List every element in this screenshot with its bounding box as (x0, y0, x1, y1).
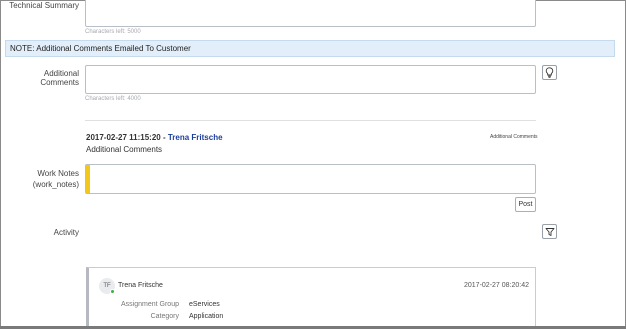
activity-label: Activity (53, 228, 79, 237)
work-notes-label-line2: (work_notes) (32, 180, 79, 189)
activity-field-key: Assignment Group (121, 301, 179, 308)
journal-entry-field-tag: Additional Comments (490, 134, 538, 140)
filter-icon (545, 227, 554, 236)
technical-summary-label: Technical Summary (9, 1, 79, 10)
post-button[interactable]: Post (515, 197, 536, 212)
work-notes-label: Work Notes (work_notes) (5, 168, 79, 190)
activity-card: TF Trena Fritsche 2017-02-27 08:20:42 As… (86, 267, 536, 329)
customer-email-note-bar: NOTE: Additional Comments Emailed To Cus… (5, 40, 615, 57)
activity-field-key: Category (150, 313, 179, 320)
work-notes-label-line1: Work Notes (37, 169, 79, 178)
activity-field-value: Application (189, 313, 224, 320)
journal-entry-header: 2017-02-27 11:15:20 - Trena Fritsche (86, 133, 223, 142)
additional-comments-textarea[interactable] (85, 65, 536, 94)
activity-filter-button[interactable] (542, 224, 557, 239)
suggestion-button[interactable] (542, 65, 557, 80)
lightbulb-icon (545, 67, 554, 78)
technical-summary-chars-left: Characters left: 5000 (85, 29, 141, 35)
mandatory-indicator (86, 165, 90, 193)
activity-user: Trena Fritsche (118, 282, 163, 289)
additional-comments-label: Additional Comments (40, 69, 79, 87)
work-notes-textarea[interactable] (85, 164, 536, 194)
additional-comments-chars-left: Characters left: 4000 (85, 96, 141, 102)
journal-entry-user-link[interactable]: Trena Fritsche (168, 133, 223, 142)
technical-summary-textarea[interactable] (85, 0, 536, 27)
presence-online-indicator (110, 289, 115, 294)
journal-entry-separator: - (160, 133, 168, 142)
journal-entry-timestamp: 2017-02-27 11:15:20 (86, 133, 161, 142)
activity-field-value: eServices (189, 301, 220, 308)
journal-entry-body: Additional Comments (86, 145, 163, 154)
activity-timestamp: 2017-02-27 08:20:42 (464, 282, 529, 289)
note-text: NOTE: Additional Comments Emailed To Cus… (10, 44, 191, 53)
journal-divider (85, 120, 536, 121)
